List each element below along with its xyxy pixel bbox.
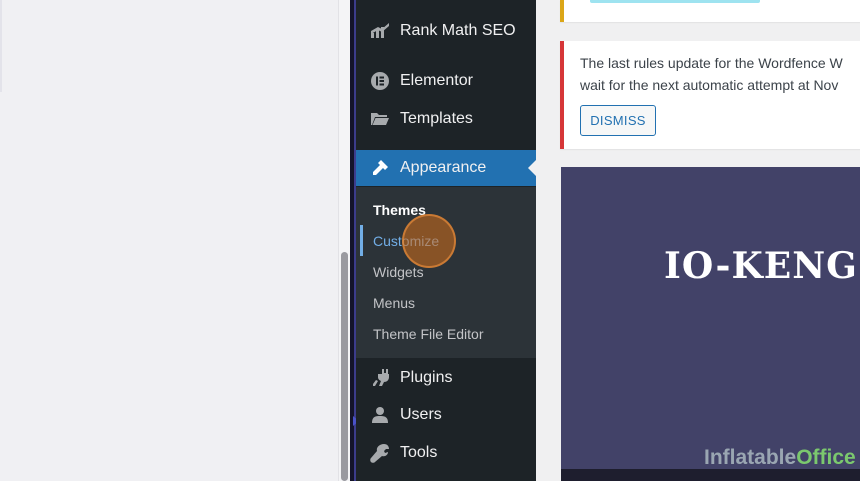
sidebar-item-users[interactable]: Users — [356, 397, 536, 433]
dismiss-button[interactable]: DISMISS — [580, 105, 656, 136]
submenu-item-theme-file-editor[interactable]: Theme File Editor — [373, 326, 483, 342]
sidebar-item-label: Elementor — [400, 72, 473, 89]
sidebar-item-appearance[interactable]: Appearance — [356, 150, 536, 186]
sidebar-item-plugins[interactable]: Plugins — [356, 360, 536, 396]
desktop-blank-area — [0, 0, 350, 481]
watermark-part-2: Office — [796, 446, 856, 469]
watermark-part-1: Inflatable — [704, 446, 797, 469]
chart-icon — [369, 20, 391, 42]
sidebar-item-label: Plugins — [400, 369, 453, 386]
active-indicator — [528, 160, 536, 176]
current-submenu-indicator — [360, 225, 363, 256]
elementor-icon — [369, 70, 391, 92]
sidebar-item-label: Rank Math SEO — [400, 22, 516, 39]
theme-preview[interactable]: IO-KENG — [561, 167, 860, 469]
preview-bottom-bar — [561, 469, 860, 481]
sidebar-item-label: Templates — [400, 110, 473, 127]
warning-notice — [560, 0, 860, 22]
preview-site-title: IO-KENG — [664, 245, 858, 287]
sidebar-item-label: Tools — [400, 444, 438, 461]
main-content: The last rules update for the Wordfence … — [536, 0, 860, 481]
sidebar-item-label: Users — [400, 406, 442, 423]
click-indicator — [402, 214, 456, 268]
sidebar-item-elementor[interactable]: Elementor — [356, 63, 536, 99]
submenu-item-widgets[interactable]: Widgets — [373, 264, 424, 280]
sidebar-item-rank-math[interactable]: Rank Math SEO — [356, 13, 536, 49]
watermark: InflatableOffice — [704, 446, 856, 470]
wordfence-error-notice: The last rules update for the Wordfence … — [560, 41, 860, 149]
notice-line-2: wait for the next automatic attempt at N… — [580, 77, 839, 93]
folder-icon — [369, 108, 391, 130]
sidebar-item-label: Appearance — [400, 159, 487, 176]
notice-highlight — [590, 0, 760, 3]
scrollbar-thumb[interactable] — [341, 252, 348, 481]
plug-icon — [369, 367, 391, 389]
notice-text: The last rules update for the Wordfence … — [580, 52, 860, 96]
submenu-item-menus[interactable]: Menus — [373, 295, 415, 311]
notice-line-1: The last rules update for the Wordfence … — [580, 55, 843, 71]
paintbrush-icon — [369, 157, 391, 179]
wrench-icon — [369, 442, 391, 464]
edge-line — [0, 0, 2, 92]
sidebar-item-tools[interactable]: Tools — [356, 435, 536, 471]
user-icon — [369, 404, 391, 426]
appearance-submenu: Themes Customize Widgets Menus Theme Fil… — [356, 187, 536, 358]
sidebar-item-templates[interactable]: Templates — [356, 101, 536, 137]
